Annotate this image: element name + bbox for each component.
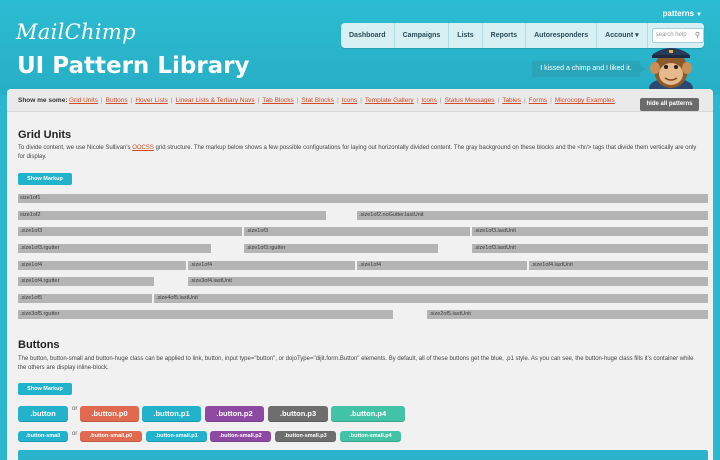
pattern-toolbar: Show me some: Grid Units | Buttons | Hover L… (7, 89, 713, 112)
grid-cell: .size1of3 (244, 227, 470, 236)
buttons-title: Buttons (18, 339, 60, 351)
grid-cell: .size1of3.lastUnit (472, 244, 708, 253)
grid-cell: .size1of3.rgutter (244, 244, 438, 253)
grid-cell: .size1of4 (357, 261, 527, 270)
freddie-chimp-icon (649, 48, 693, 96)
button-small-default[interactable]: .button-small (18, 431, 68, 442)
buttons-show-markup-button[interactable]: Show Markup (18, 383, 72, 395)
nav-campaigns[interactable]: Campaigns (395, 23, 450, 48)
grid-cell: .size2of5.lastUnit (427, 310, 708, 319)
link-hover-lists[interactable]: Hover Lists (135, 97, 168, 104)
button-small-p0[interactable]: .button-small.p0 (80, 431, 142, 442)
grid-cell: .size3of4.lastUnit (188, 277, 708, 286)
button-small-p4[interactable]: .button-small.p4 (340, 431, 401, 442)
grid-cell: .size1of5 (18, 294, 152, 303)
link-icons-2[interactable]: Icons (421, 97, 437, 104)
grid-cell: .size1of3.rgutter (18, 244, 211, 253)
button-p3[interactable]: .button.p3 (268, 406, 328, 422)
button-huge[interactable] (18, 450, 708, 460)
pattern-links: Grid Units | Buttons | Hover Lists | Linear Li… (69, 97, 615, 104)
grid-cell: .size1of4.rgutter (18, 277, 154, 286)
buttons-description: The button, button-small and button-huge… (18, 356, 694, 371)
button-small-p3[interactable]: .button-small.p3 (275, 431, 336, 442)
mailchimp-logo[interactable]: MailChimp (16, 20, 136, 44)
grid-cell: size1of2 (18, 211, 326, 220)
link-grid-units[interactable]: Grid Units (69, 97, 98, 104)
link-tab-blocks[interactable]: Tab Blocks (262, 97, 293, 104)
nav-autoresponders[interactable]: Autoresponders (526, 23, 598, 48)
user-menu[interactable]: patterns ▼ (662, 9, 702, 18)
grid-cell: .size1of3.lastUnit (472, 227, 708, 236)
grid-cell: .size1of4.lastUnit (529, 261, 708, 270)
link-forms[interactable]: Forms (529, 97, 547, 104)
button-small-p2[interactable]: .button-small.p2 (210, 431, 271, 442)
nav-dashboard[interactable]: Dashboard (341, 23, 395, 48)
button-p4[interactable]: .button.p4 (331, 406, 405, 422)
grid-cell: .size4of5.lastUnit (154, 294, 708, 303)
grid-desc-before: To divide content, we use Nicole Sulliva… (18, 145, 133, 151)
nav-lists[interactable]: Lists (449, 23, 483, 48)
button-default[interactable]: .button (18, 406, 68, 422)
grid-units-description: To divide content, we use Nicole Sulliva… (18, 144, 702, 162)
main-content: Show me some: Grid Units | Buttons | Hover L… (7, 89, 713, 460)
grid-cell: .size1of2.noGutter.lastUnit (357, 211, 708, 220)
page-title: UI Pattern Library (17, 53, 250, 79)
grid-cell: size1of1 (18, 194, 708, 203)
button-p0[interactable]: .button.p0 (80, 406, 139, 422)
link-stat-blocks[interactable]: Stat Blocks (301, 97, 334, 104)
account-caret-icon: ▾ (635, 32, 639, 39)
toolbar-label: Show me some: (18, 97, 68, 104)
or-label: or (72, 431, 78, 437)
speech-bubble: I kissed a chimp and I liked it. (532, 61, 646, 77)
link-template-gallery[interactable]: Template Gallery (365, 97, 414, 104)
button-p2[interactable]: .button.p2 (205, 406, 264, 422)
grid-cell: .size1of4 (188, 261, 355, 270)
grid-cell: .size1of4 (18, 261, 186, 270)
grid-show-markup-button[interactable]: Show Markup (18, 173, 72, 185)
grid-units-title: Grid Units (18, 129, 72, 141)
link-tables[interactable]: Tables (502, 97, 521, 104)
hide-all-patterns-button[interactable]: hide all patterns (640, 98, 699, 111)
link-icons[interactable]: Icons (342, 97, 358, 104)
user-name: patterns (662, 9, 695, 18)
oocss-link[interactable]: OOCSS (132, 145, 154, 151)
grid-cell: .size3of5.rgutter (18, 310, 393, 319)
link-microcopy[interactable]: Microcopy Examples (555, 97, 615, 104)
grid-cell: .size1of3 (18, 227, 242, 236)
nav-reports[interactable]: Reports (483, 23, 527, 48)
link-linear-lists[interactable]: Linear Lists & Tertiary Navs (176, 97, 255, 104)
link-status-messages[interactable]: Status Messages (445, 97, 495, 104)
chevron-down-icon: ▼ (696, 12, 702, 18)
nav-account-label: Account (605, 32, 634, 39)
or-label: or (72, 406, 78, 412)
link-buttons[interactable]: Buttons (106, 97, 128, 104)
button-small-p1[interactable]: .button-small.p1 (146, 431, 207, 442)
button-p1[interactable]: .button.p1 (142, 406, 201, 422)
